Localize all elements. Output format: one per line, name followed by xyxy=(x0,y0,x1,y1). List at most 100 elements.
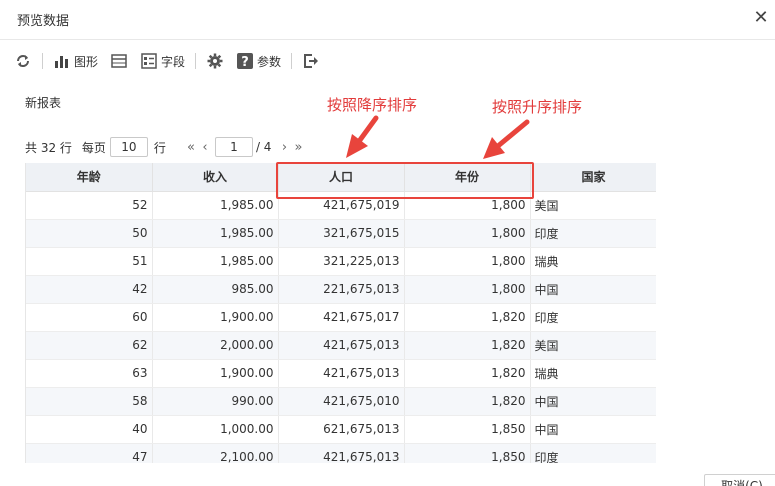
table-cell: 1,000.00 xyxy=(152,415,279,444)
table-cell: 瑞典 xyxy=(530,247,656,276)
table-view-button[interactable] xyxy=(110,50,128,72)
table-cell: 58 xyxy=(26,387,153,416)
table-row: 50 1,985.00 321,675,015 1,800 印度 xyxy=(26,219,656,248)
table-cell: 42 xyxy=(26,275,153,304)
pagination-bar: 共 32 行 每页 行 « ‹ / 4 › » xyxy=(25,136,305,158)
column-header-country[interactable]: 国家 xyxy=(530,163,656,192)
total-pages-text: / 4 xyxy=(255,140,272,154)
table-row: 42 985.00 221,675,013 1,800 中国 xyxy=(26,275,656,304)
settings-button[interactable] xyxy=(206,50,224,72)
question-icon: ? xyxy=(236,52,254,70)
table-cell: 50 xyxy=(26,219,153,248)
table-row: 52 1,985.00 421,675,019 1,800 美国 xyxy=(26,191,656,220)
table-cell: 221,675,013 xyxy=(278,275,405,304)
table-row: 51 1,985.00 321,225,013 1,800 瑞典 xyxy=(26,247,656,276)
toolbar-divider xyxy=(291,53,293,69)
page-size-input[interactable] xyxy=(109,137,148,157)
table-cell: 990.00 xyxy=(152,387,279,416)
chart-button[interactable]: 图形 xyxy=(53,50,98,72)
table-cell: 1,900.00 xyxy=(152,303,279,332)
table-header-row: 年龄 收入 人口 年份 国家 xyxy=(26,163,656,192)
data-grid: 年龄 收入 人口 年份 国家 52 1,985.00 421,675,019 1… xyxy=(25,163,656,463)
table-cell: 321,225,013 xyxy=(278,247,405,276)
refresh-icon xyxy=(14,52,32,70)
table-cell: 1,985.00 xyxy=(152,219,279,248)
bar-chart-icon xyxy=(53,52,71,70)
table-cell: 51 xyxy=(26,247,153,276)
last-page-icon[interactable]: » xyxy=(291,140,305,155)
table-cell: 52 xyxy=(26,191,153,220)
table-cell: 中国 xyxy=(530,415,656,444)
fields-button-label: 字段 xyxy=(161,54,186,69)
table-cell: 中国 xyxy=(530,275,656,304)
table-cell: 62 xyxy=(26,331,153,360)
table-cell: 421,675,019 xyxy=(278,191,405,220)
table-row: 62 2,000.00 421,675,013 1,820 美国 xyxy=(26,331,656,360)
next-page-icon[interactable]: › xyxy=(277,140,291,155)
page-number-input[interactable] xyxy=(214,137,253,157)
toolbar-divider xyxy=(195,53,197,69)
total-rows-text: 共 32 行 xyxy=(25,140,72,155)
refresh-button[interactable] xyxy=(14,50,32,72)
column-header-income[interactable]: 收入 xyxy=(152,163,279,192)
table-cell: 421,675,017 xyxy=(278,303,405,332)
params-button[interactable]: ? 参数 xyxy=(236,50,281,72)
prev-page-icon[interactable]: ‹ xyxy=(198,140,212,155)
table-cell: 1,800 xyxy=(404,247,531,276)
export-icon xyxy=(302,52,320,70)
table-cell: 瑞典 xyxy=(530,359,656,388)
table-cell: 1,800 xyxy=(404,275,531,304)
close-icon[interactable]: ✕ xyxy=(751,8,771,28)
arrow-icon xyxy=(483,119,530,159)
table-cell: 1,800 xyxy=(404,219,531,248)
cancel-button[interactable]: 取消(C) xyxy=(704,474,775,486)
table-cell: 421,675,013 xyxy=(278,443,405,463)
export-button[interactable] xyxy=(302,50,320,72)
table-cell: 1,820 xyxy=(404,303,531,332)
gear-icon xyxy=(206,52,224,70)
column-header-age[interactable]: 年龄 xyxy=(26,163,153,192)
annotation-desc-sort: 按照降序排序 xyxy=(327,96,418,114)
column-header-population[interactable]: 人口 xyxy=(278,163,405,192)
table-cell: 2,000.00 xyxy=(152,331,279,360)
table-cell: 中国 xyxy=(530,387,656,416)
toolbar-divider xyxy=(42,53,43,69)
table-cell: 421,675,013 xyxy=(278,331,405,360)
annotation-asc-sort: 按照升序排序 xyxy=(492,98,583,116)
rows-suffix: 行 xyxy=(153,140,166,155)
table-cell: 印度 xyxy=(530,219,656,248)
column-header-year[interactable]: 年份 xyxy=(404,163,531,192)
toolbar: 图形 字段 ? 参数 xyxy=(14,48,332,74)
table-cell: 1,820 xyxy=(404,387,531,416)
fields-button[interactable]: 字段 xyxy=(140,50,185,72)
table-cell: 321,675,015 xyxy=(278,219,405,248)
table-cell: 2,100.00 xyxy=(152,443,279,463)
table-cell: 1,850 xyxy=(404,415,531,444)
table-cell: 1,850 xyxy=(404,443,531,463)
table-cell: 1,985.00 xyxy=(152,191,279,220)
svg-text:?: ? xyxy=(241,55,249,70)
params-button-label: 参数 xyxy=(257,54,282,69)
table-cell: 621,675,013 xyxy=(278,415,405,444)
table-icon xyxy=(110,52,128,70)
table-cell: 印度 xyxy=(530,443,656,463)
first-page-icon[interactable]: « xyxy=(184,140,198,155)
table-cell: 印度 xyxy=(530,303,656,332)
arrow-icon xyxy=(346,115,379,158)
table-cell: 1,800 xyxy=(404,191,531,220)
table-cell: 421,675,013 xyxy=(278,359,405,388)
table-cell: 985.00 xyxy=(152,275,279,304)
report-name: 新报表 xyxy=(25,96,62,110)
dialog-title: 预览数据 xyxy=(17,14,70,29)
table-row: 63 1,900.00 421,675,013 1,820 瑞典 xyxy=(26,359,656,388)
table-row: 60 1,900.00 421,675,017 1,820 印度 xyxy=(26,303,656,332)
table-cell: 美国 xyxy=(530,331,656,360)
table-cell: 47 xyxy=(26,443,153,463)
fields-icon xyxy=(140,52,158,70)
table-cell: 60 xyxy=(26,303,153,332)
table-cell: 1,985.00 xyxy=(152,247,279,276)
table-row: 47 2,100.00 421,675,013 1,850 印度 xyxy=(26,443,656,463)
data-table: 年龄 收入 人口 年份 国家 52 1,985.00 421,675,019 1… xyxy=(26,163,656,463)
chart-button-label: 图形 xyxy=(74,54,99,69)
table-cell: 1,900.00 xyxy=(152,359,279,388)
